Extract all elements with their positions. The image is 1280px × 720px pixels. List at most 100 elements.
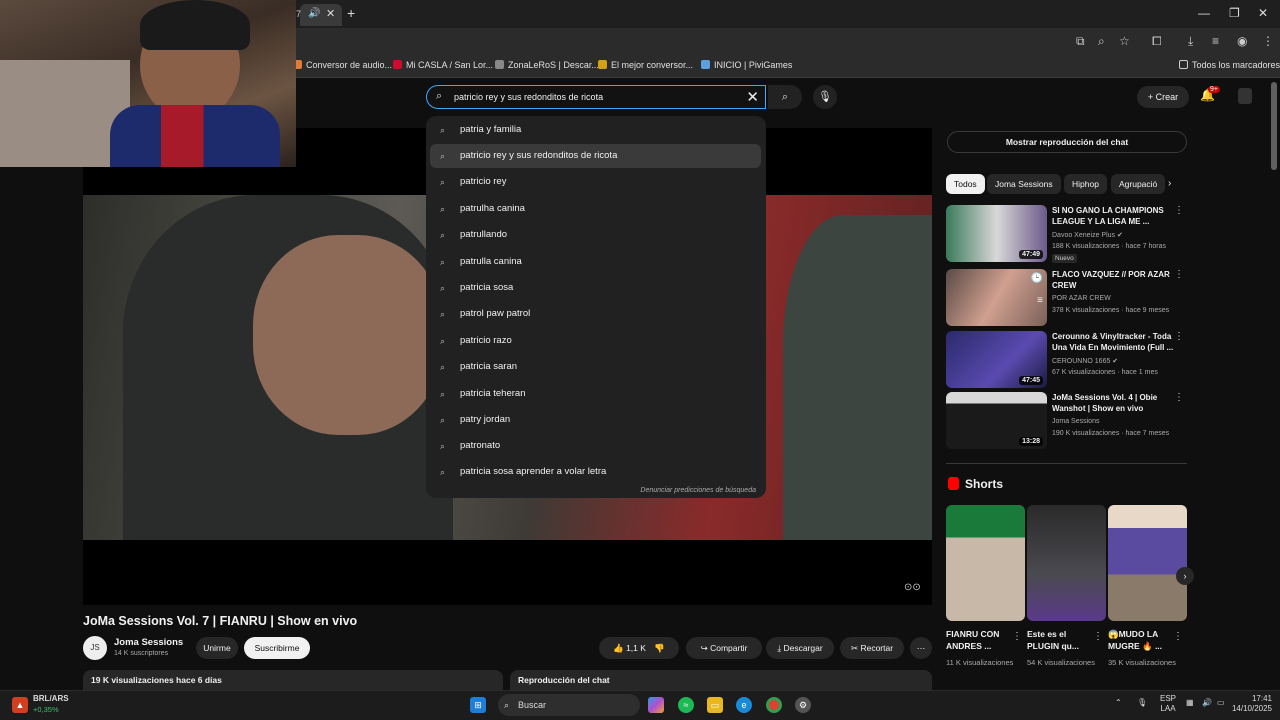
more-options-icon[interactable]: ⋮ <box>1093 631 1103 642</box>
edge-icon[interactable]: e <box>736 697 752 713</box>
share-button[interactable]: ↪ Compartir <box>686 637 762 659</box>
download-button[interactable]: ⤓ Descargar <box>766 637 834 659</box>
chip-hiphop[interactable]: Hiphop <box>1064 174 1107 194</box>
suggestion-item[interactable]: ⌕ patrol paw patrol <box>430 302 761 326</box>
volume-icon[interactable]: 🔊 <box>1202 698 1212 708</box>
bookmark-item[interactable]: ZonaLeRoS | Descar... <box>495 60 599 70</box>
stock-widget-icon[interactable]: ▲ <box>12 697 28 713</box>
rec-channel[interactable]: Joma Sessions <box>1052 418 1099 425</box>
language-indicator[interactable]: ESP LAA <box>1157 694 1179 714</box>
short-thumbnail[interactable] <box>946 505 1025 621</box>
chip-agrupacion[interactable]: Agrupació <box>1111 174 1165 194</box>
windows-start-icon[interactable]: ⊞ <box>470 697 486 713</box>
chip-joma-sessions[interactable]: Joma Sessions <box>987 174 1061 194</box>
channel-avatar[interactable]: JS <box>83 636 107 660</box>
chevron-right-icon[interactable]: › <box>1168 178 1171 189</box>
short-title[interactable]: Este es el PLUGIN qu... <box>1027 628 1099 652</box>
subscribe-button[interactable]: Suscribirme <box>244 637 310 659</box>
rec-title[interactable]: FLACO VAZQUEZ // POR AZAR CREW <box>1052 269 1176 291</box>
search-box[interactable]: ⌕ ✕ <box>426 85 766 109</box>
captions-icon[interactable]: ⊙⊙ <box>904 582 921 593</box>
short-title[interactable]: FIANRU CON ANDRES ... <box>946 628 1018 652</box>
network-icon[interactable]: ▦ <box>1186 698 1194 708</box>
account-avatar[interactable] <box>1238 88 1252 104</box>
more-options-icon[interactable]: ⋮ <box>1012 631 1022 642</box>
close-window-icon[interactable]: ✕ <box>1258 6 1268 20</box>
suggestion-item[interactable]: ⌕ patrulha canina <box>430 197 761 221</box>
more-options-icon[interactable]: ⋮ <box>1174 331 1184 342</box>
description-box[interactable]: 19 K visualizaciones hace 6 días <box>83 670 503 690</box>
add-to-queue-icon[interactable]: ≡ <box>1037 295 1043 306</box>
tab-search-icon[interactable]: ≡ <box>1212 34 1219 48</box>
page-scrollbar[interactable] <box>1271 82 1277 170</box>
stock-name[interactable]: BRL/ARS <box>33 694 69 703</box>
suggestion-item[interactable]: ⌕ patricio razo <box>430 329 761 353</box>
suggestion-item[interactable]: ⌕ patronato <box>430 434 761 458</box>
bookmark-star-icon[interactable]: ☆ <box>1119 34 1130 48</box>
recommendation-item[interactable]: 13:28 JoMa Sessions Vol. 4 | Obie Wansho… <box>946 392 1186 450</box>
suggestion-item[interactable]: ⌕ patricia saran <box>430 355 761 379</box>
maximize-icon[interactable]: ❐ <box>1229 6 1240 20</box>
downloads-icon[interactable]: ⤓ <box>1188 34 1193 49</box>
file-explorer-icon[interactable]: ▭ <box>707 697 723 713</box>
chip-todos[interactable]: Todos <box>946 174 985 194</box>
more-options-icon[interactable]: ⋮ <box>1173 631 1183 642</box>
more-actions-button[interactable]: ⋯ <box>910 637 932 659</box>
clear-search-icon[interactable]: ✕ <box>746 88 759 106</box>
minimize-icon[interactable]: — <box>1198 6 1210 20</box>
browser-tab-active[interactable]: 7 🔊 ✕ <box>296 4 342 26</box>
create-button[interactable]: + Crear <box>1137 86 1189 108</box>
bookmark-item[interactable]: INICIO | PiviGames <box>701 60 792 70</box>
chrome-icon[interactable] <box>766 697 782 713</box>
clock[interactable]: 17:41 14/10/2025 <box>1226 694 1272 714</box>
video-thumbnail[interactable]: 🕒 ≡ <box>946 269 1047 326</box>
show-chat-replay-button[interactable]: Mostrar reproducción del chat <box>947 131 1187 153</box>
suggestion-item[interactable]: ⌕ patricia sosa <box>430 276 761 300</box>
suggestion-item-highlighted[interactable]: ⌕ patricio rey y sus redonditos de ricota <box>430 144 761 168</box>
suggestion-item[interactable]: ⌕ patria y familia <box>430 118 761 142</box>
more-options-icon[interactable]: ⋮ <box>1174 205 1184 216</box>
suggestion-item[interactable]: ⌕ patricia teheran <box>430 382 761 406</box>
all-bookmarks[interactable]: Todos los marcadores <box>1179 60 1280 70</box>
rec-channel[interactable]: CEROUNNO 1665 ✔ <box>1052 357 1118 365</box>
bookmark-item[interactable]: Conversor de audio... <box>293 60 392 70</box>
short-thumbnail[interactable] <box>1027 505 1106 621</box>
more-options-icon[interactable]: ⋮ <box>1174 269 1184 280</box>
join-button[interactable]: Unirme <box>196 637 238 659</box>
video-thumbnail[interactable]: 47:45 <box>946 331 1047 388</box>
search-input[interactable] <box>454 89 744 105</box>
recommendation-item[interactable]: 🕒 ≡ FLACO VAZQUEZ // POR AZAR CREW POR A… <box>946 269 1186 327</box>
chevron-right-icon[interactable]: › <box>1176 567 1194 585</box>
rec-title[interactable]: SI NO GANO LA CHAMPIONS LEAGUE Y LA LIGA… <box>1052 205 1176 227</box>
taskbar-search[interactable]: ⌕ Buscar <box>498 694 640 716</box>
speaker-icon[interactable]: 🔊 <box>308 8 320 19</box>
chevron-up-icon[interactable]: ⌃ <box>1115 698 1122 708</box>
zoom-icon[interactable]: ⌕ <box>1098 34 1105 49</box>
like-button[interactable]: 👍 1,1 K <box>613 643 646 653</box>
channel-name[interactable]: Joma Sessions <box>114 637 183 648</box>
suggestion-item[interactable]: ⌕ patricia sosa aprender a volar letra <box>430 460 761 484</box>
watch-later-icon[interactable]: 🕒 <box>1031 273 1043 284</box>
short-title[interactable]: 😱MUDO LA MUGRE 🔥 ... <box>1108 628 1180 652</box>
more-options-icon[interactable]: ⋮ <box>1174 392 1184 403</box>
steam-icon[interactable]: ⚙ <box>795 697 811 713</box>
rec-title[interactable]: Cerounno & Vinyltracker - Toda Una Vida … <box>1052 331 1176 353</box>
battery-icon[interactable]: ▭ <box>1217 698 1225 708</box>
recommendation-item[interactable]: 47:49 SI NO GANO LA CHAMPIONS LEAGUE Y L… <box>946 205 1186 263</box>
copilot-icon[interactable] <box>648 697 664 713</box>
dislike-icon[interactable]: 👎 <box>654 643 665 653</box>
microphone-icon[interactable]: 🎙 <box>1137 698 1147 708</box>
profile-icon[interactable]: ◉ <box>1237 34 1247 48</box>
suggestion-item[interactable]: ⌕ patrulla canina <box>430 250 761 274</box>
voice-search-button[interactable]: 🎙 <box>813 85 837 109</box>
suggestion-item[interactable]: ⌕ patrullando <box>430 223 761 247</box>
clip-button[interactable]: ✂ Recortar <box>840 637 904 659</box>
search-button[interactable]: ⌕ <box>768 85 802 109</box>
new-tab-icon[interactable]: + <box>347 5 355 21</box>
suggestion-item[interactable]: ⌕ patricio rey <box>430 170 761 194</box>
spotify-icon[interactable]: ≈ <box>678 697 694 713</box>
rec-channel[interactable]: Davoo Xeneize Plus ✔ <box>1052 231 1123 239</box>
rec-title[interactable]: JoMa Sessions Vol. 4 | Obie Wanshot | Sh… <box>1052 392 1176 414</box>
short-thumbnail[interactable] <box>1108 505 1187 621</box>
report-predictions-link[interactable]: Denunciar predicciones de búsqueda <box>640 487 756 494</box>
